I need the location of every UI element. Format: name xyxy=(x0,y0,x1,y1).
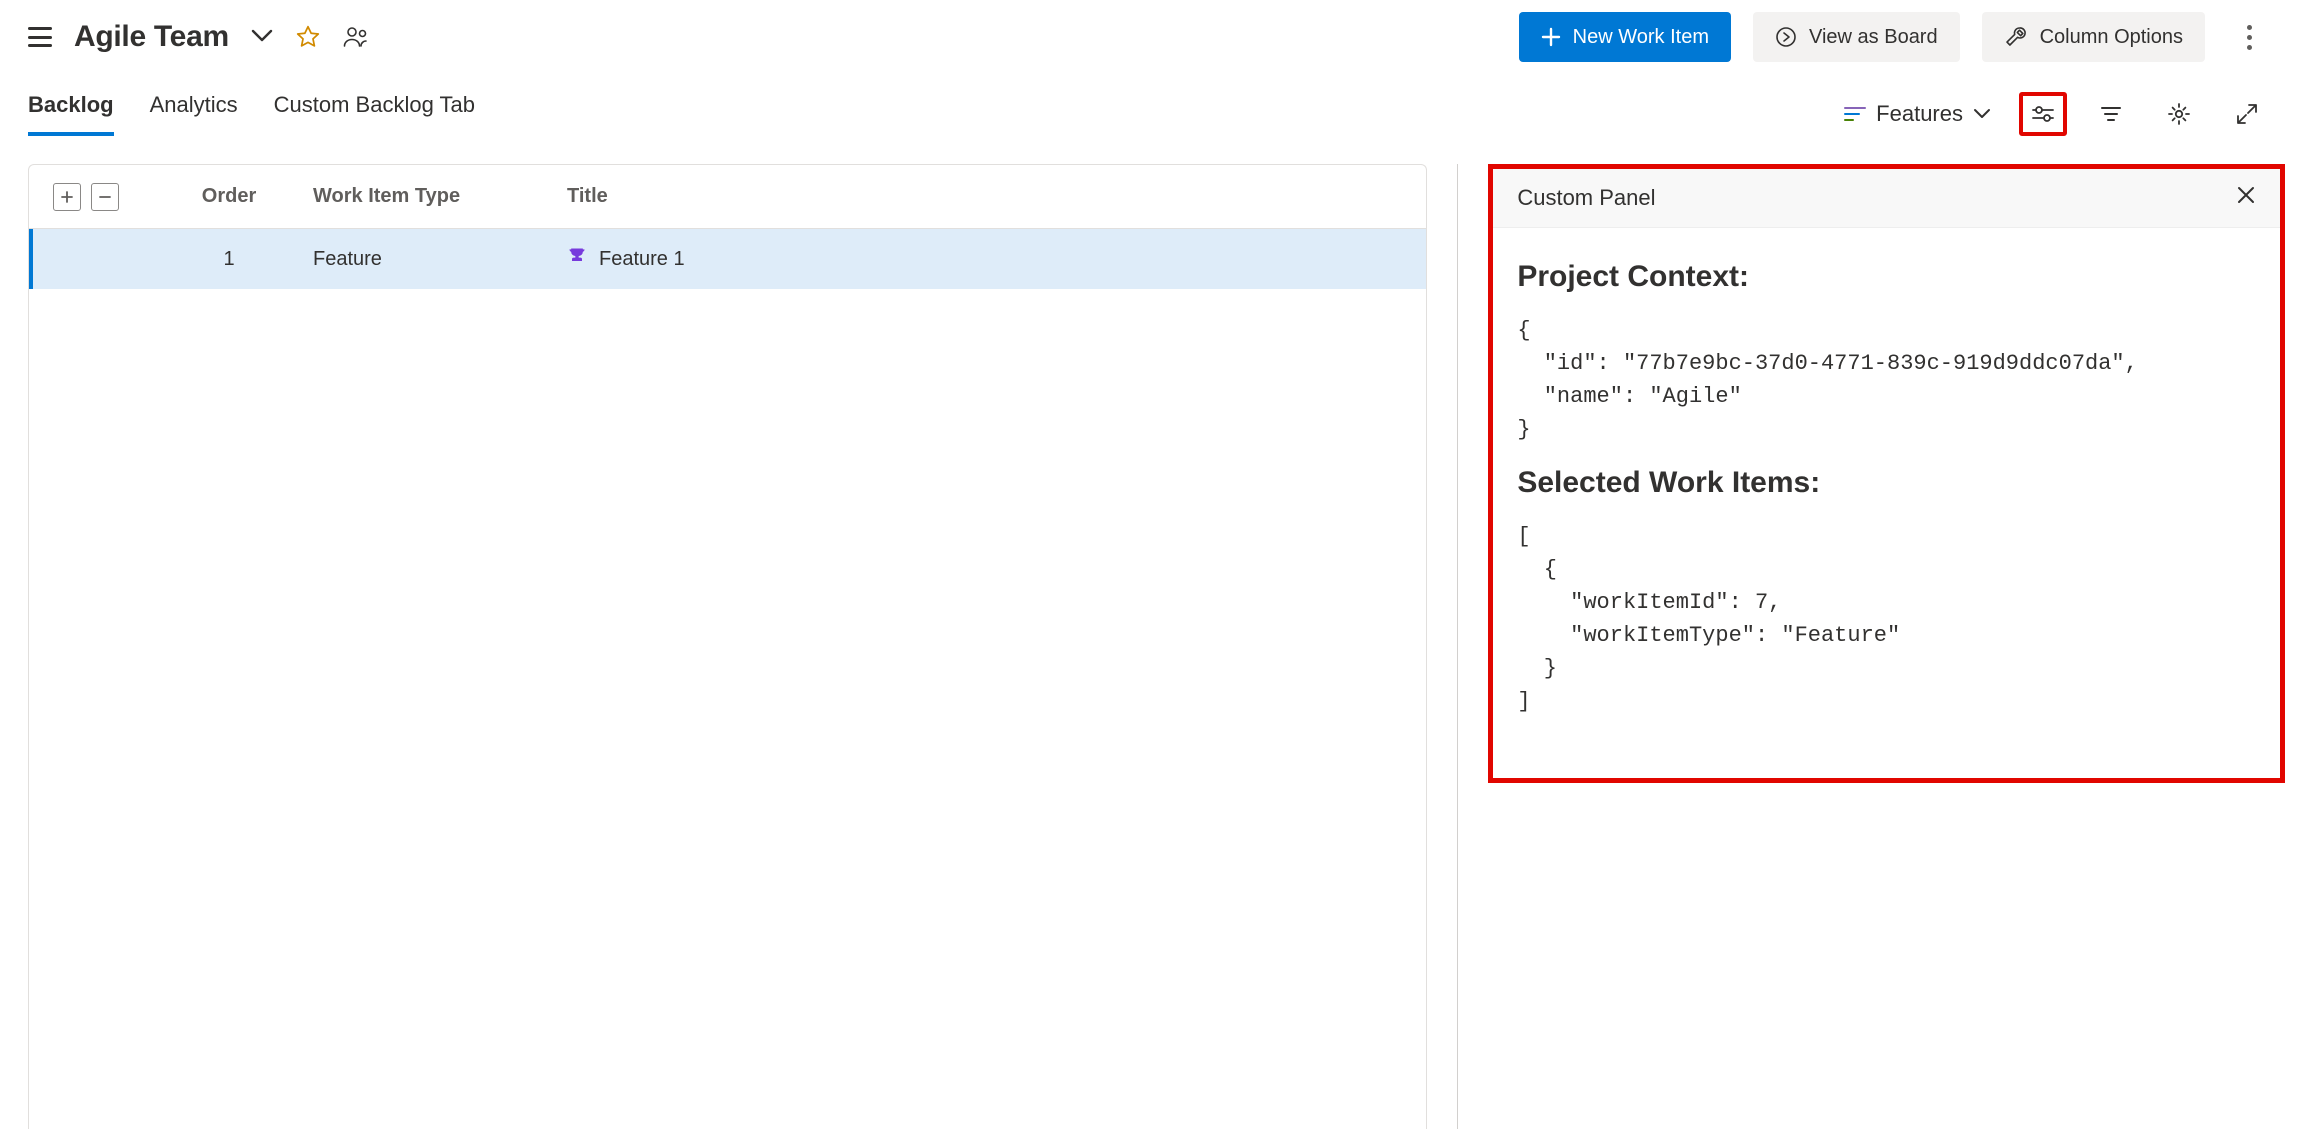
row-type: Feature xyxy=(299,248,539,271)
new-work-item-button[interactable]: New Work Item xyxy=(1519,12,1731,62)
selected-items-heading: Selected Work Items: xyxy=(1517,466,2256,500)
custom-panel: Custom Panel Project Context: { "id": "7… xyxy=(1488,164,2285,783)
col-title[interactable]: Title xyxy=(539,185,1426,208)
team-picker-chevron-icon[interactable] xyxy=(251,29,273,46)
project-context-json: { "id": "77b7e9bc-37d0-4771-839c-919d9dd… xyxy=(1517,314,2256,446)
settings-button[interactable] xyxy=(2155,92,2203,136)
backlog-grid: Order Work Item Type Title 1FeatureFeatu… xyxy=(28,164,1427,1129)
team-name: Agile Team xyxy=(74,20,229,54)
row-order: 1 xyxy=(159,248,299,271)
panel-title: Custom Panel xyxy=(1517,185,1655,211)
column-options-label: Column Options xyxy=(2040,26,2183,49)
backlog-level-picker[interactable]: Features xyxy=(1836,101,1999,127)
view-as-board-button[interactable]: View as Board xyxy=(1753,12,1960,62)
selected-items-json: [ { "workItemId": 7, "workItemType": "Fe… xyxy=(1517,520,2256,718)
grid-header: Order Work Item Type Title xyxy=(29,165,1426,229)
menu-icon[interactable] xyxy=(28,27,52,47)
plus-icon xyxy=(1541,27,1561,47)
col-order[interactable]: Order xyxy=(159,185,299,208)
column-options-button[interactable]: Column Options xyxy=(1982,12,2205,62)
wrench-icon xyxy=(2004,25,2028,49)
project-context-heading: Project Context: xyxy=(1517,260,2256,294)
close-panel-button[interactable] xyxy=(2236,185,2256,211)
row-title: Feature 1 xyxy=(539,246,1426,272)
fullscreen-button[interactable] xyxy=(2223,92,2271,136)
view-as-board-label: View as Board xyxy=(1809,26,1938,49)
chevron-down-icon xyxy=(1973,108,1991,120)
collapse-all-button[interactable] xyxy=(91,183,119,211)
feature-icon xyxy=(567,246,587,272)
col-work-item-type[interactable]: Work Item Type xyxy=(299,185,539,208)
favorite-star-icon[interactable] xyxy=(295,24,321,50)
filter-button[interactable] xyxy=(2087,92,2135,136)
tabs-bar: Backlog Analytics Custom Backlog Tab Featu… xyxy=(0,74,2299,136)
backlog-level-icon xyxy=(1844,107,1866,121)
table-row[interactable]: 1FeatureFeature 1 xyxy=(29,229,1426,289)
tab-analytics[interactable]: Analytics xyxy=(150,92,238,136)
backlog-level-label: Features xyxy=(1876,101,1963,127)
tab-backlog[interactable]: Backlog xyxy=(28,92,114,136)
custom-panel-toggle-button[interactable] xyxy=(2019,92,2067,136)
more-actions-button[interactable] xyxy=(2227,12,2271,62)
new-work-item-label: New Work Item xyxy=(1573,26,1709,49)
split-divider[interactable] xyxy=(1457,164,1458,1129)
arrow-circle-icon xyxy=(1775,26,1797,48)
expand-all-button[interactable] xyxy=(53,183,81,211)
tab-custom-backlog-tab[interactable]: Custom Backlog Tab xyxy=(274,92,475,136)
page-header: Agile Team New Work Item View as xyxy=(0,0,2299,74)
team-members-icon[interactable] xyxy=(343,26,371,48)
